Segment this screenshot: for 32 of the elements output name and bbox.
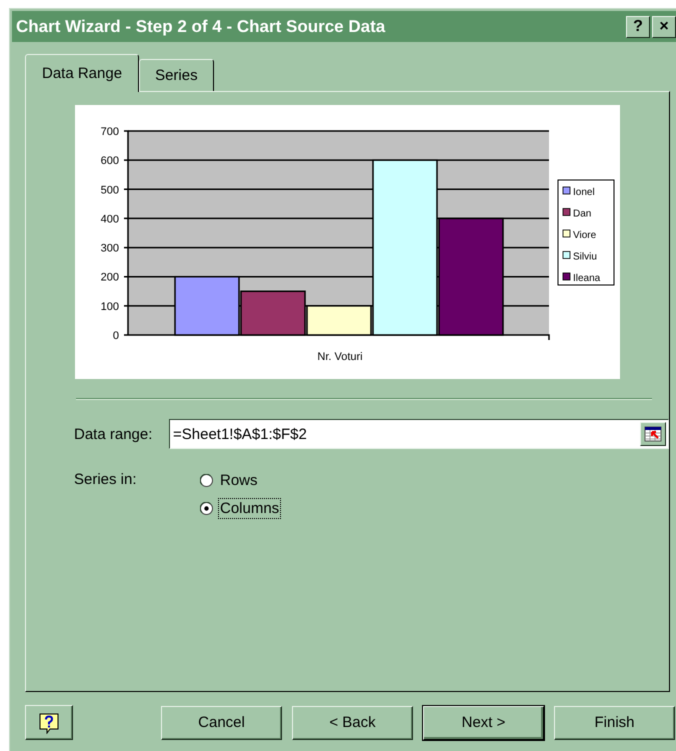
field-label: Series in: [74, 471, 138, 488]
axis-tick-label: 400 [100, 213, 119, 226]
axis-tick-label: 300 [100, 242, 119, 255]
axis-tick-label: 600 [100, 155, 119, 168]
close-button[interactable]: × [652, 16, 676, 38]
axis-tick-label: 500 [100, 184, 119, 196]
dialog-button[interactable]: Finish [554, 706, 675, 740]
legend-label: Silviu [573, 252, 597, 262]
dialog-button[interactable]: Cancel [161, 706, 282, 740]
dialog-button[interactable]: Next > [423, 706, 544, 740]
tab[interactable]: Data Range [25, 54, 140, 92]
legend-label: Ionel [573, 187, 595, 198]
axis-tick-label: 0 [112, 330, 119, 342]
category-label: Nr. Voturi [317, 351, 363, 363]
data-range-field[interactable]: =Sheet1!$A$1:$F$2 [169, 419, 669, 449]
radio-option[interactable]: Columns [200, 499, 280, 518]
help-bubble-icon [38, 712, 60, 734]
radio-option[interactable]: Rows [200, 471, 280, 490]
window-title: Chart Wizard - Step 2 of 4 - Chart Source Data [16, 16, 386, 36]
legend-label: Viore [573, 230, 596, 241]
dialog-button[interactable]: < Back [292, 706, 413, 740]
legend-label: Ileana [573, 273, 600, 284]
tab[interactable]: Series [139, 59, 214, 91]
axis-tick-label: 200 [100, 272, 119, 284]
collapse-dialog-icon [644, 426, 662, 442]
help-button[interactable] [25, 705, 73, 740]
range-picker-button[interactable] [640, 422, 666, 446]
legend-label: Dan [573, 208, 592, 220]
axis-tick-label: 100 [100, 300, 119, 313]
axis-tick-label: 700 [100, 126, 119, 138]
field-label: Data range: [74, 426, 154, 442]
help-button[interactable]: ? [626, 16, 650, 38]
